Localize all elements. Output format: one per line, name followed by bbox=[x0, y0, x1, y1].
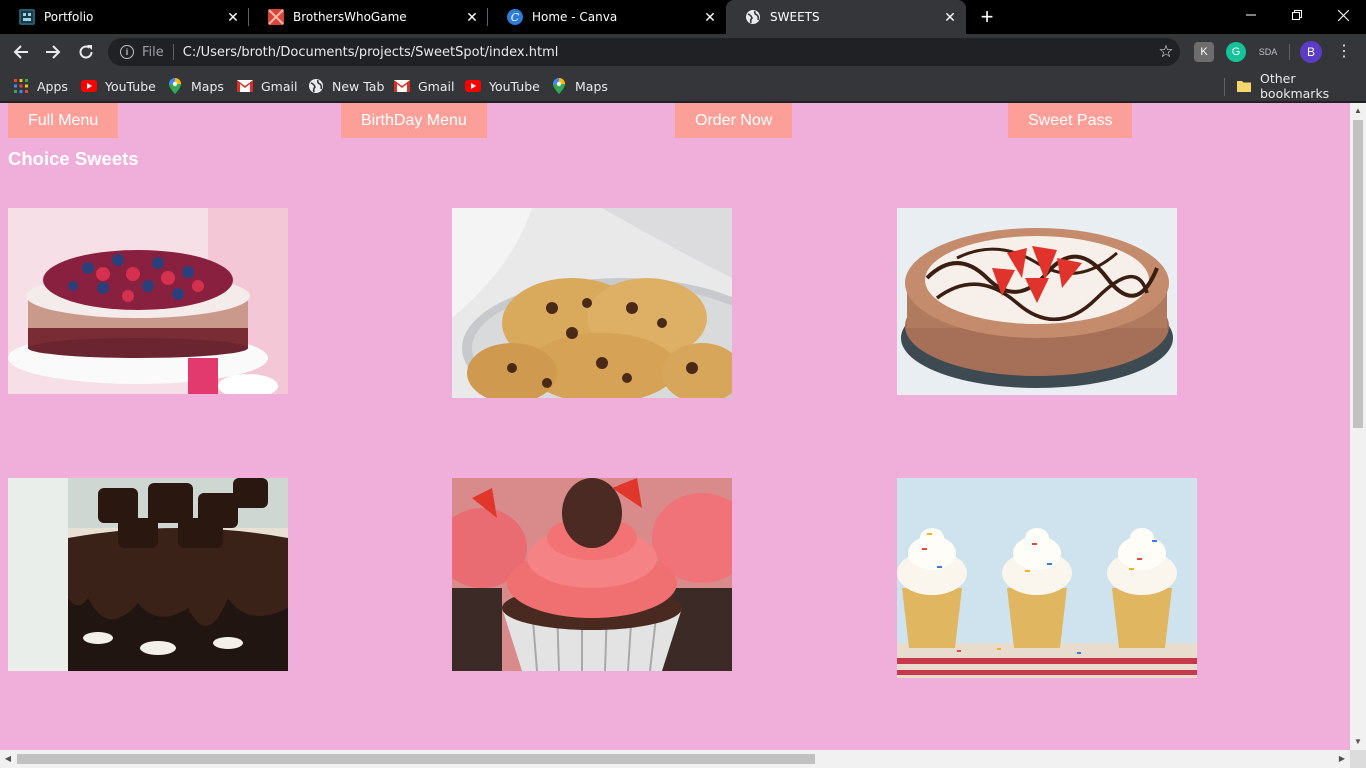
nav-birthday-menu-button[interactable]: BirthDay Menu bbox=[341, 103, 487, 138]
close-icon[interactable]: ✕ bbox=[462, 7, 482, 27]
tab-portfolio[interactable]: Portfolio ✕ bbox=[0, 0, 249, 34]
tab-sweets[interactable]: SWEETS ✕ bbox=[726, 0, 966, 34]
tab-title: Portfolio bbox=[44, 10, 94, 24]
nav-full-menu-button[interactable]: Full Menu bbox=[8, 103, 119, 138]
forward-arrow-icon bbox=[46, 45, 61, 59]
grammarly-icon[interactable]: G bbox=[1226, 42, 1246, 62]
close-icon[interactable]: ✕ bbox=[223, 7, 243, 27]
back-button[interactable] bbox=[8, 39, 34, 65]
scroll-left-icon[interactable]: ◀ bbox=[0, 750, 16, 768]
restore-button[interactable] bbox=[1274, 0, 1320, 30]
bookmarks-separator bbox=[1224, 78, 1225, 96]
minimize-button[interactable] bbox=[1228, 0, 1274, 30]
portfolio-favicon bbox=[19, 9, 35, 25]
folder-icon bbox=[1236, 78, 1252, 94]
close-icon[interactable]: ✕ bbox=[940, 7, 960, 27]
bookmark-maps-2[interactable]: Maps bbox=[551, 76, 608, 96]
bookmark-label: Gmail bbox=[261, 78, 298, 94]
vertical-scrollbar[interactable]: ▲ ▼ bbox=[1350, 103, 1366, 750]
scroll-down-icon[interactable]: ▼ bbox=[1350, 734, 1366, 750]
nav-sweet-pass-button[interactable]: Sweet Pass bbox=[1008, 103, 1133, 138]
close-icon[interactable]: ✕ bbox=[700, 7, 720, 27]
strawberry-chocolate-cheesecake-photo[interactable] bbox=[897, 208, 1177, 395]
bookmark-label: Apps bbox=[37, 78, 68, 94]
gmail-icon bbox=[237, 78, 253, 94]
berry-ice-cream-cake-photo[interactable] bbox=[8, 208, 288, 394]
globe-icon bbox=[308, 78, 324, 94]
tab-canva[interactable]: C Home - Canva ✕ bbox=[488, 0, 726, 34]
bookmark-label: YouTube bbox=[105, 78, 156, 94]
tab-title: BrothersWhoGame bbox=[293, 10, 407, 24]
bookmark-label: Gmail bbox=[418, 78, 455, 94]
close-window-button[interactable] bbox=[1320, 0, 1366, 30]
bookmark-label: Other bookmarks bbox=[1260, 71, 1330, 101]
globe-icon bbox=[745, 9, 761, 25]
bookmark-apps[interactable]: Apps bbox=[13, 76, 68, 96]
extension-sda-icon[interactable]: SDA bbox=[1258, 42, 1278, 62]
maps-icon bbox=[167, 78, 183, 94]
tab-strip: Portfolio ✕ BrothersWhoGame ✕ C Home - C… bbox=[0, 0, 1366, 34]
apps-grid-icon bbox=[13, 78, 29, 94]
tab-title: SWEETS bbox=[770, 10, 820, 24]
toolbar-separator bbox=[1289, 44, 1290, 60]
horizontal-scrollbar[interactable]: ◀ ▶ bbox=[0, 750, 1350, 768]
info-icon[interactable]: i bbox=[120, 45, 134, 59]
tab-brotherswhogame[interactable]: BrothersWhoGame ✕ bbox=[249, 0, 488, 34]
tab-title: Home - Canva bbox=[532, 10, 618, 24]
bookmark-label: Maps bbox=[191, 78, 224, 94]
bookmark-label: New Tab bbox=[332, 78, 385, 94]
bookmark-youtube-2[interactable]: YouTube bbox=[465, 76, 540, 96]
bookmark-gmail[interactable]: Gmail bbox=[237, 76, 297, 96]
address-divider bbox=[172, 44, 174, 60]
bookmark-label: YouTube bbox=[489, 78, 540, 94]
forward-button[interactable] bbox=[40, 39, 66, 65]
maps-icon bbox=[551, 78, 567, 94]
browser-toolbar: i File C:/Users/broth/Documents/projects… bbox=[0, 34, 1366, 70]
horizontal-scroll-thumb[interactable] bbox=[17, 754, 815, 764]
nav-order-now-button[interactable]: Order Now bbox=[675, 103, 793, 138]
profile-avatar[interactable]: B bbox=[1300, 41, 1322, 63]
other-bookmarks[interactable]: Other bookmarks bbox=[1236, 71, 1366, 101]
vertical-scroll-thumb[interactable] bbox=[1353, 120, 1363, 428]
chocolate-strawberry-cupcakes-photo[interactable] bbox=[452, 478, 732, 671]
gmail-icon bbox=[394, 78, 410, 94]
bookmark-maps[interactable]: Maps bbox=[167, 76, 224, 96]
scheme-label: File bbox=[142, 44, 164, 60]
scrollbar-corner bbox=[1350, 750, 1366, 768]
scroll-up-icon[interactable]: ▲ bbox=[1350, 103, 1366, 119]
vanilla-sprinkle-cupcakes-photo[interactable] bbox=[897, 478, 1197, 678]
extension-k-icon[interactable]: K bbox=[1194, 42, 1214, 62]
bookmark-new-tab[interactable]: New Tab bbox=[308, 76, 384, 96]
bookmark-star-icon[interactable]: ☆ bbox=[1152, 42, 1180, 62]
address-bar[interactable]: i File C:/Users/broth/Documents/projects… bbox=[108, 38, 1180, 66]
menu-kebab-icon[interactable]: ⋮ bbox=[1336, 40, 1352, 64]
reload-button[interactable] bbox=[73, 39, 99, 65]
youtube-icon bbox=[81, 78, 97, 94]
brownie-chocolate-cake-photo[interactable] bbox=[8, 478, 288, 671]
bookmarks-bar: Apps YouTube Maps Gmail New Tab Gmail Yo… bbox=[0, 70, 1366, 102]
bookmark-gmail-2[interactable]: Gmail bbox=[394, 76, 454, 96]
canva-favicon: C bbox=[507, 9, 523, 25]
brotherswhogame-favicon bbox=[268, 9, 284, 25]
youtube-icon bbox=[465, 78, 481, 94]
page-viewport: Full Menu BirthDay Menu Order Now Sweet … bbox=[0, 103, 1350, 750]
chocolate-chip-cookies-photo[interactable] bbox=[452, 208, 732, 398]
reload-icon bbox=[79, 45, 93, 59]
scroll-right-icon[interactable]: ▶ bbox=[1334, 750, 1350, 768]
new-tab-button[interactable]: + bbox=[975, 5, 999, 29]
bookmark-youtube[interactable]: YouTube bbox=[81, 76, 156, 96]
back-arrow-icon bbox=[13, 45, 28, 59]
page-heading: Choice Sweets bbox=[8, 148, 139, 169]
bookmark-label: Maps bbox=[575, 78, 608, 94]
url-text[interactable]: C:/Users/broth/Documents/projects/SweetS… bbox=[183, 45, 1152, 60]
